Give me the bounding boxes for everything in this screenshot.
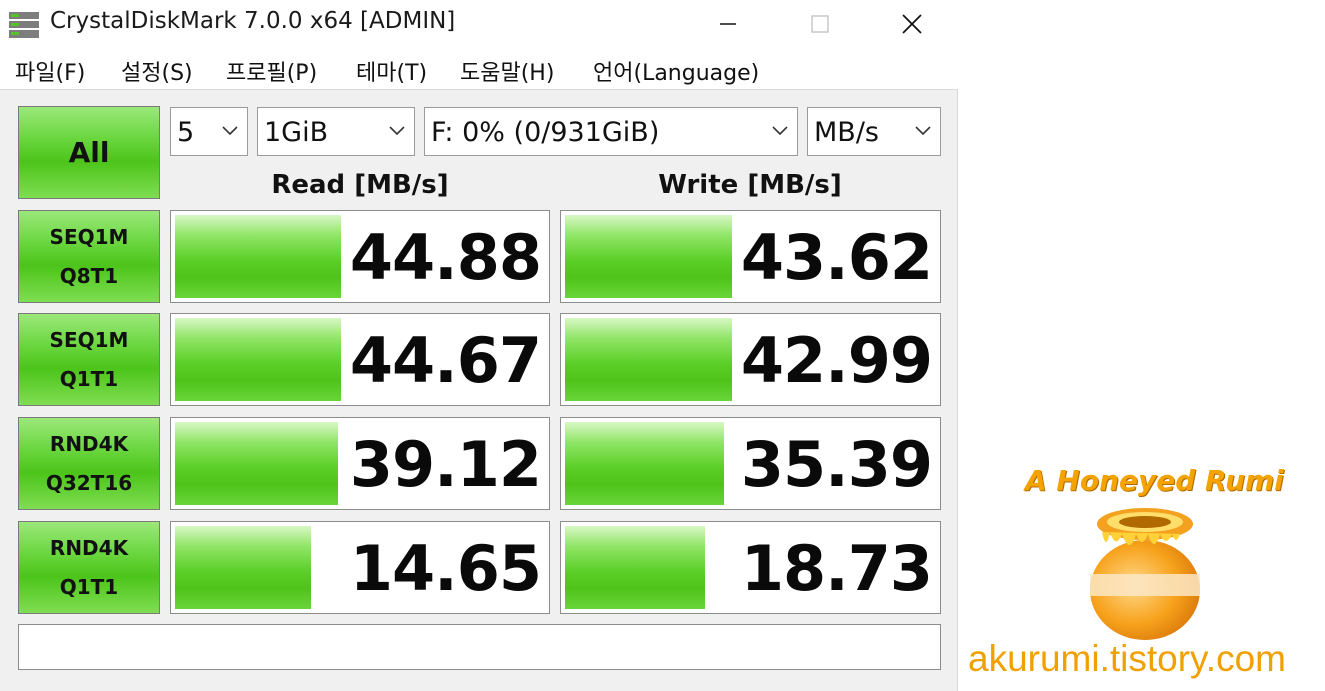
read-result-bar — [175, 215, 342, 298]
write-result-value: 18.73 — [740, 532, 933, 605]
close-button[interactable] — [866, 0, 958, 48]
read-result-cell: 39.12 — [170, 417, 550, 510]
read-result-value: 14.65 — [349, 532, 542, 605]
drive-value: F: 0% (0/931GiB) — [431, 117, 660, 148]
write-result-bar — [565, 422, 725, 505]
test-count-value: 5 — [177, 117, 195, 148]
chevron-down-icon — [222, 126, 238, 136]
write-result-bar — [565, 215, 732, 298]
menu-bar: 파일(F) 설정(S) 프로필(P) 테마(T) 도움말(H) 언어(Langu… — [0, 48, 958, 90]
main-panel: All 5 1GiB F: 0% (0/931GiB) MB/s Read [M… — [0, 90, 957, 691]
window-title: CrystalDiskMark 7.0.0 x64 [ADMIN] — [50, 8, 456, 34]
read-result-bar — [175, 526, 312, 609]
read-result-cell: 14.65 — [170, 521, 550, 614]
test-name-line1: SEQ1M — [49, 327, 129, 352]
menu-settings[interactable]: 설정(S) — [121, 55, 193, 87]
write-header: Write [MB/s] — [658, 170, 842, 200]
read-result-bar — [175, 422, 338, 505]
read-header: Read [MB/s] — [271, 170, 449, 200]
write-result-value: 43.62 — [740, 221, 933, 294]
write-result-bar — [565, 526, 706, 609]
drive-select[interactable]: F: 0% (0/931GiB) — [424, 107, 798, 156]
test-button-rnd4k-q1t1[interactable]: RND4K Q1T1 — [18, 521, 160, 614]
test-button-seq1m-q1t1[interactable]: SEQ1M Q1T1 — [18, 313, 160, 406]
app-window: CrystalDiskMark 7.0.0 x64 [ADMIN] 파일(F) … — [0, 0, 958, 691]
minimize-button[interactable] — [682, 0, 774, 48]
test-size-select[interactable]: 1GiB — [257, 107, 415, 156]
comment-field[interactable] — [18, 624, 941, 670]
read-result-cell: 44.67 — [170, 313, 550, 406]
unit-select[interactable]: MB/s — [807, 107, 941, 156]
test-name-line2: Q8T1 — [59, 263, 119, 288]
minimize-icon — [720, 23, 736, 25]
app-icon — [9, 12, 39, 38]
honey-jar-icon — [1090, 508, 1200, 640]
write-result-cell: 43.62 — [560, 210, 941, 303]
test-size-value: 1GiB — [264, 117, 329, 148]
close-icon — [902, 14, 922, 34]
run-all-button[interactable]: All — [18, 106, 160, 199]
read-result-bar — [175, 318, 342, 401]
read-result-value: 39.12 — [349, 428, 542, 501]
menu-file[interactable]: 파일(F) — [15, 55, 85, 87]
test-count-select[interactable]: 5 — [170, 107, 248, 156]
test-button-rnd4k-q32t16[interactable]: RND4K Q32T16 — [18, 417, 160, 510]
read-result-value: 44.67 — [349, 324, 542, 397]
write-result-value: 42.99 — [740, 324, 933, 397]
test-name-line1: RND4K — [49, 535, 129, 560]
menu-language[interactable]: 언어(Language) — [593, 55, 759, 87]
write-result-cell: 18.73 — [560, 521, 941, 614]
test-name-line1: SEQ1M — [49, 224, 129, 249]
menu-profile[interactable]: 프로필(P) — [226, 55, 317, 87]
test-name-line2: Q32T16 — [45, 470, 133, 495]
read-result-cell: 44.88 — [170, 210, 550, 303]
title-bar[interactable]: CrystalDiskMark 7.0.0 x64 [ADMIN] — [0, 0, 958, 48]
run-all-label: All — [68, 136, 110, 169]
write-result-bar — [565, 318, 732, 401]
unit-value: MB/s — [814, 117, 879, 148]
chevron-down-icon — [389, 126, 405, 136]
test-name-line2: Q1T1 — [59, 574, 119, 599]
write-result-cell: 35.39 — [560, 417, 941, 510]
test-name-line2: Q1T1 — [59, 366, 119, 391]
maximize-icon — [811, 15, 829, 33]
write-result-value: 35.39 — [740, 428, 933, 501]
watermark-title: A Honeyed Rumi — [1025, 464, 1284, 497]
watermark-url: akurumi.tistory.com — [968, 638, 1286, 679]
menu-theme[interactable]: 테마(T) — [356, 55, 427, 87]
read-result-value: 44.88 — [349, 221, 542, 294]
maximize-button[interactable] — [774, 0, 866, 48]
test-name-line1: RND4K — [49, 431, 129, 456]
write-result-cell: 42.99 — [560, 313, 941, 406]
menu-help[interactable]: 도움말(H) — [460, 55, 554, 87]
test-button-seq1m-q8t1[interactable]: SEQ1M Q8T1 — [18, 210, 160, 303]
chevron-down-icon — [772, 126, 788, 136]
chevron-down-icon — [915, 126, 931, 136]
